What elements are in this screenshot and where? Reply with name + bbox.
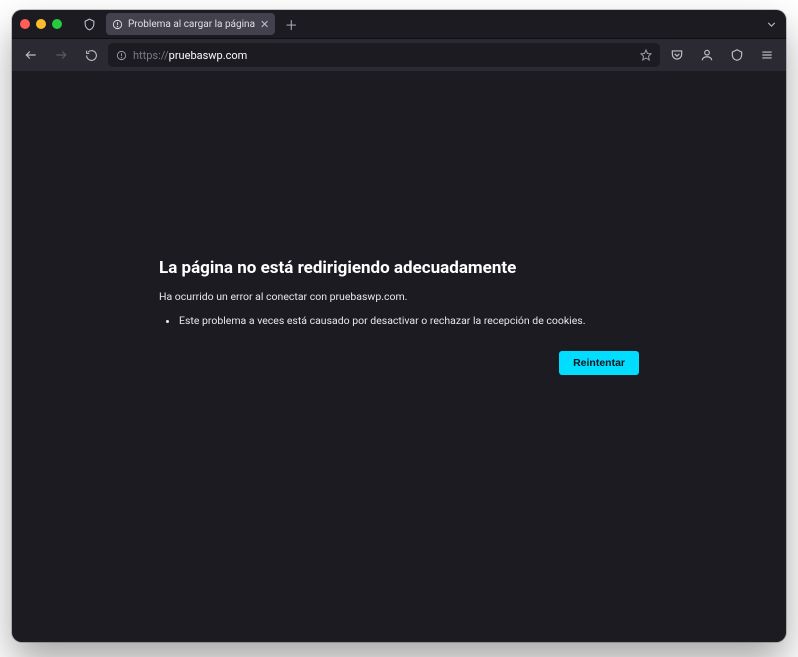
window-maximize-button[interactable] [52,19,62,29]
tab-bar: Problema al cargar la página ✕ ＋ [12,10,786,39]
tabs-list-button[interactable] [765,18,778,31]
window-minimize-button[interactable] [36,19,46,29]
url-text: https://pruebaswp.com [133,49,634,62]
error-container: La página no está redirigiendo adecuadam… [159,258,639,375]
tab-title: Problema al cargar la página [128,19,255,30]
extensions-icon[interactable] [724,43,750,67]
browser-tab[interactable]: Problema al cargar la página ✕ [106,13,275,35]
account-icon[interactable] [694,43,720,67]
privacy-shield-icon[interactable] [78,14,100,34]
tab-close-button[interactable]: ✕ [260,18,269,31]
error-title: La página no está redirigiendo adecuadam… [159,258,639,278]
error-subtitle: Ha ocurrido un error al conectar con pru… [159,290,639,303]
app-menu-icon[interactable] [754,43,780,67]
window-close-button[interactable] [20,19,30,29]
error-bullet: Este problema a veces está causado por d… [179,313,639,329]
lock-icon [116,50,127,61]
page-content: La página no está redirigiendo adecuadam… [12,71,786,642]
reload-button[interactable] [78,43,104,67]
error-bullet-list: Este problema a veces está causado por d… [159,313,639,329]
back-button[interactable] [18,43,44,67]
warning-icon [112,19,123,30]
bookmark-star-icon[interactable] [640,49,652,61]
new-tab-button[interactable]: ＋ [281,14,301,34]
url-host: pruebaswp.com [169,49,248,62]
toolbar: https://pruebaswp.com [12,39,786,71]
window-controls [20,19,62,29]
forward-button[interactable] [48,43,74,67]
browser-window: Problema al cargar la página ✕ ＋ https:/… [12,10,786,642]
save-to-pocket-icon[interactable] [664,43,690,67]
url-protocol: https:// [133,49,169,62]
retry-button[interactable]: Reintentar [559,351,639,375]
url-bar[interactable]: https://pruebaswp.com [108,43,660,67]
error-actions: Reintentar [159,351,639,375]
